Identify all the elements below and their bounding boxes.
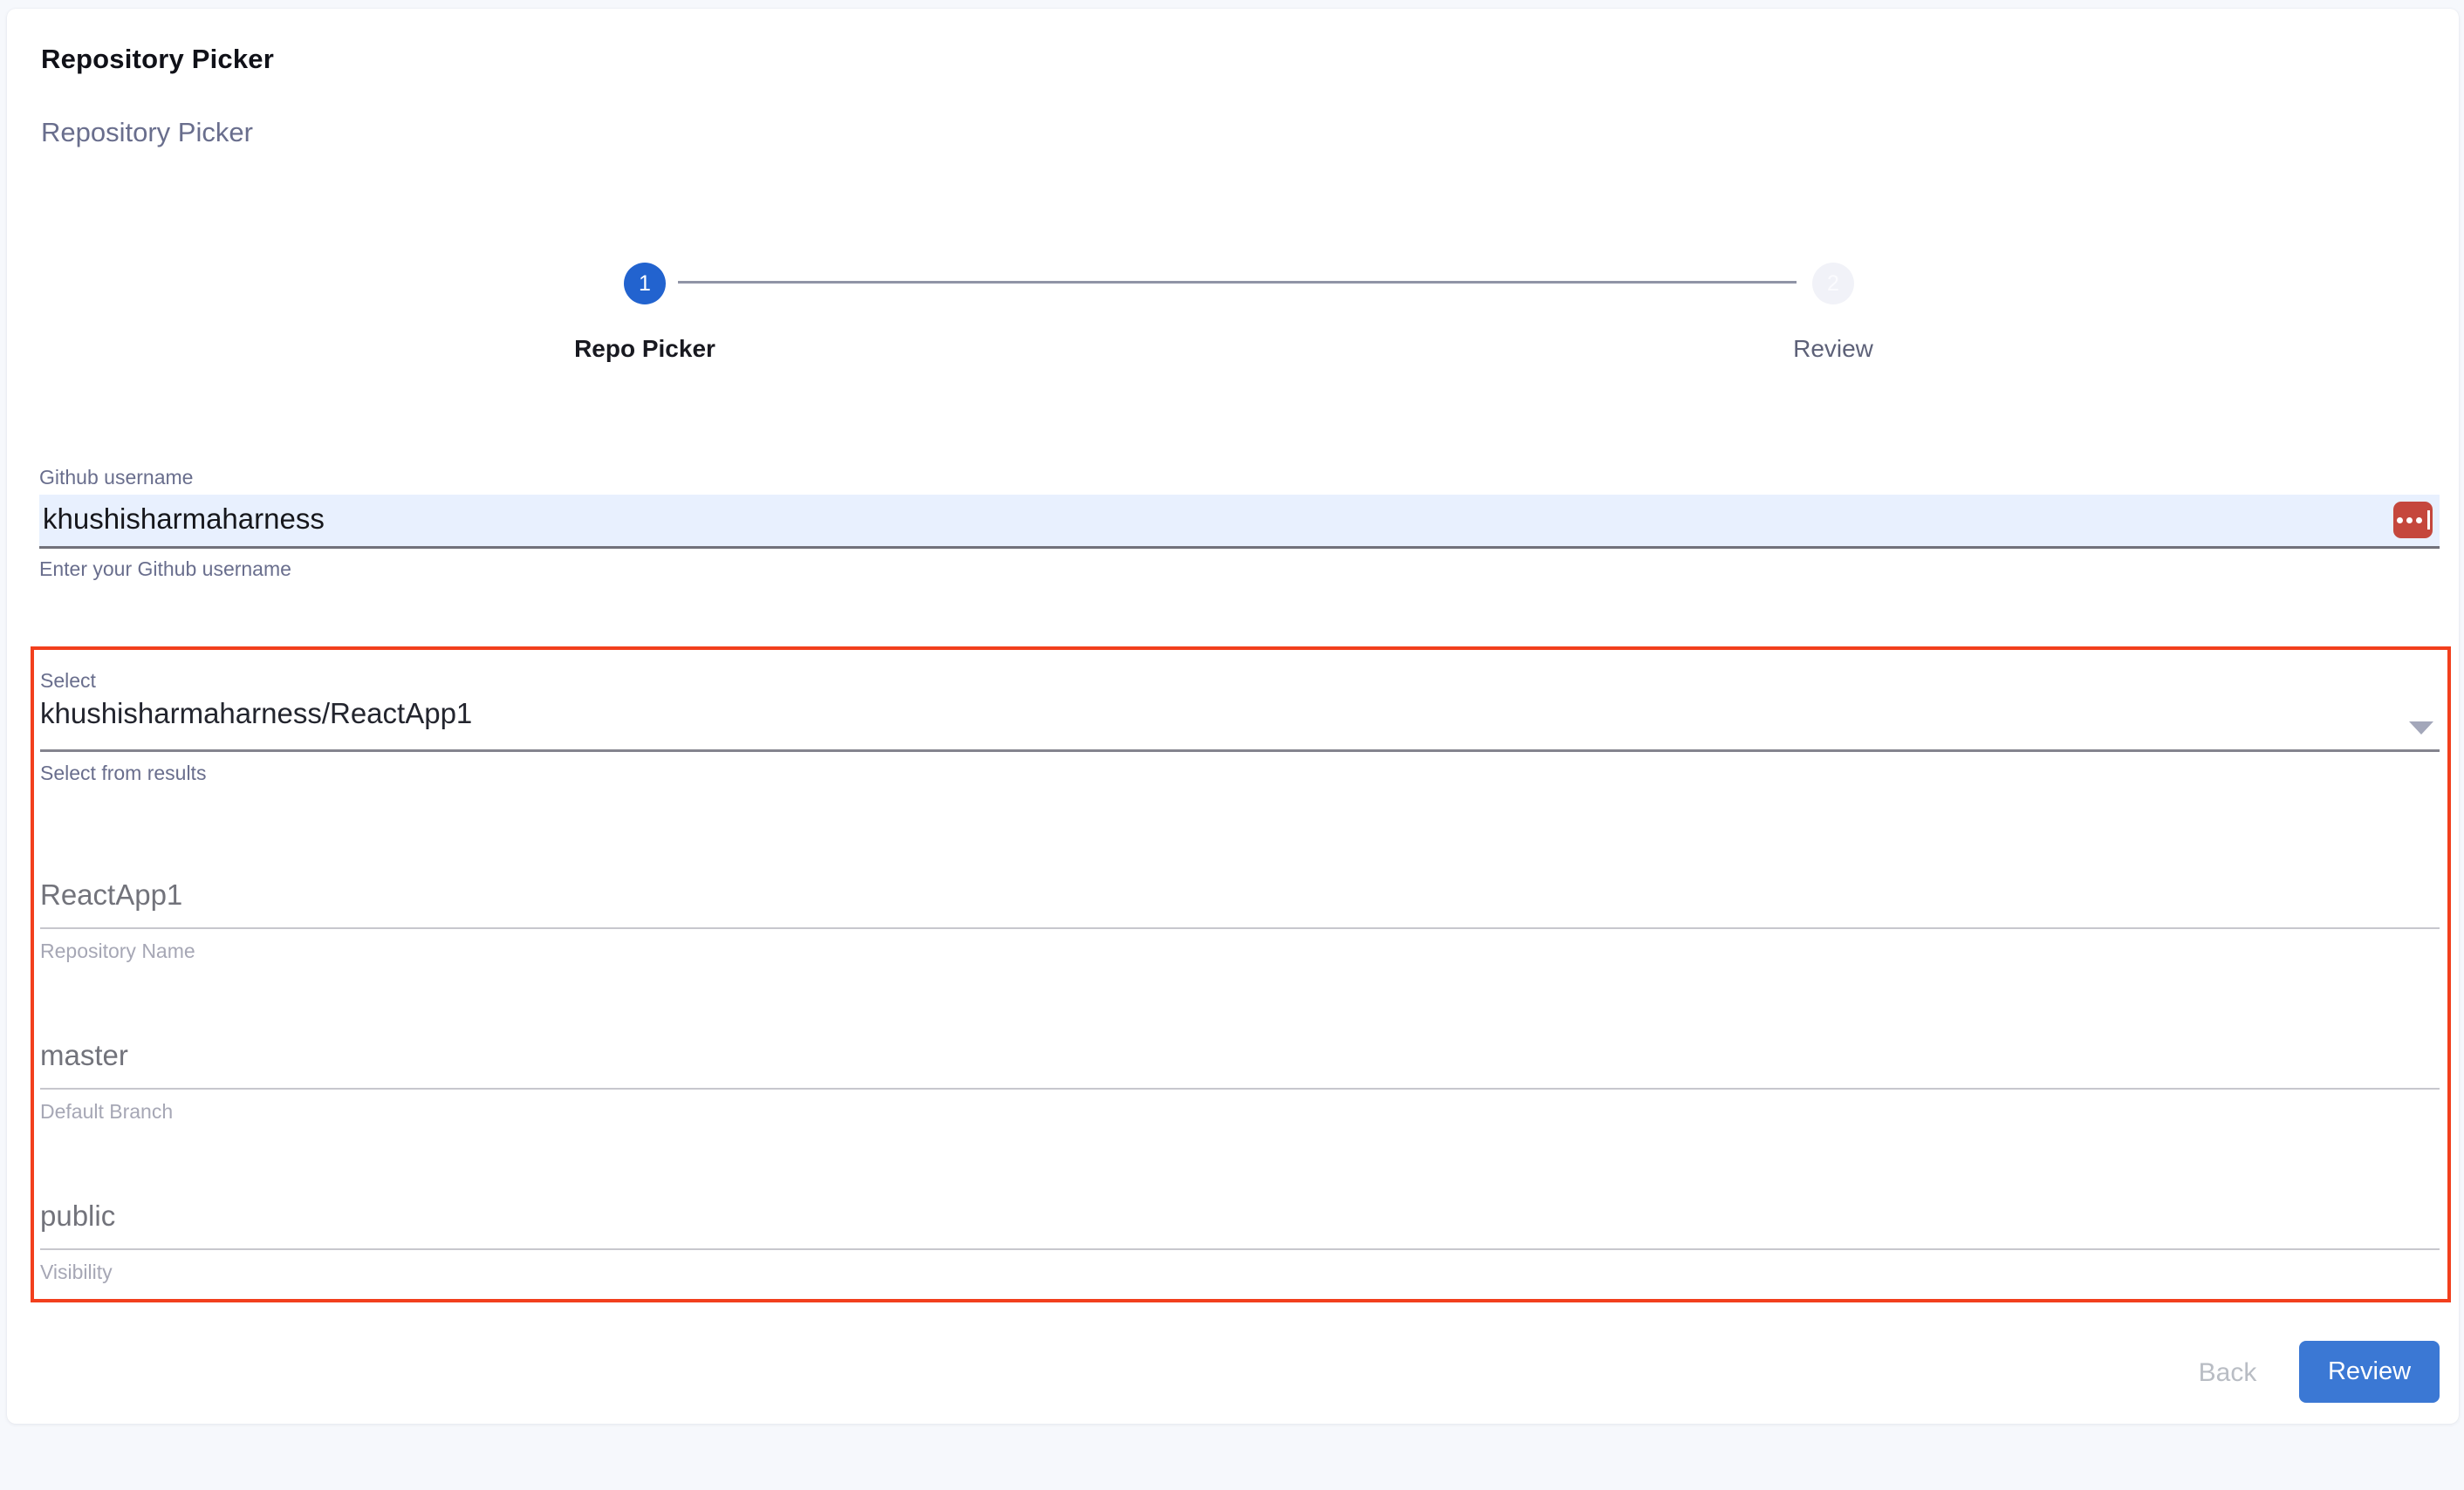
step-1-label: Repo Picker	[574, 335, 715, 363]
github-username-input[interactable]	[39, 495, 2440, 546]
autofill-dot	[2397, 517, 2403, 523]
repository-picker-card: Repository Picker Repository Picker 1 2 …	[7, 9, 2459, 1424]
page-title: Repository Picker	[41, 44, 274, 75]
repo-picker-highlight-box: Select khushisharmaharness/ReactApp1 Sel…	[31, 646, 2451, 1302]
default-branch-label: Default Branch	[40, 1100, 173, 1124]
back-button[interactable]: Back	[2171, 1356, 2284, 1391]
repository-name-underline	[40, 927, 2440, 929]
visibility-value: public	[40, 1200, 115, 1233]
autofill-cursor-bar	[2427, 510, 2430, 530]
password-autofill-icon[interactable]	[2393, 502, 2433, 538]
review-button[interactable]: Review	[2299, 1341, 2440, 1403]
stepper-connector-line	[678, 281, 1797, 284]
chevron-down-icon[interactable]	[2409, 721, 2433, 735]
autofill-dot	[2406, 517, 2413, 523]
repo-select-helper: Select from results	[40, 762, 206, 785]
repo-select-dropdown[interactable]: khushisharmaharness/ReactApp1	[40, 697, 542, 730]
default-branch-underline	[40, 1088, 2440, 1090]
github-username-input-wrap	[39, 495, 2440, 549]
repository-name-value: ReactApp1	[40, 878, 182, 912]
step-1-circle[interactable]: 1	[624, 263, 666, 304]
github-username-helper: Enter your Github username	[39, 557, 291, 581]
visibility-label: Visibility	[40, 1261, 113, 1284]
visibility-underline	[40, 1248, 2440, 1250]
repo-select-underline	[40, 749, 2440, 752]
repo-select-label: Select	[40, 669, 96, 693]
step-2-label: Review	[1793, 335, 1873, 363]
default-branch-value: master	[40, 1039, 128, 1072]
repository-name-label: Repository Name	[40, 940, 195, 963]
github-username-label: Github username	[39, 466, 193, 489]
page-subtitle: Repository Picker	[41, 117, 253, 148]
step-2-circle[interactable]: 2	[1812, 263, 1854, 304]
autofill-dot	[2416, 517, 2422, 523]
